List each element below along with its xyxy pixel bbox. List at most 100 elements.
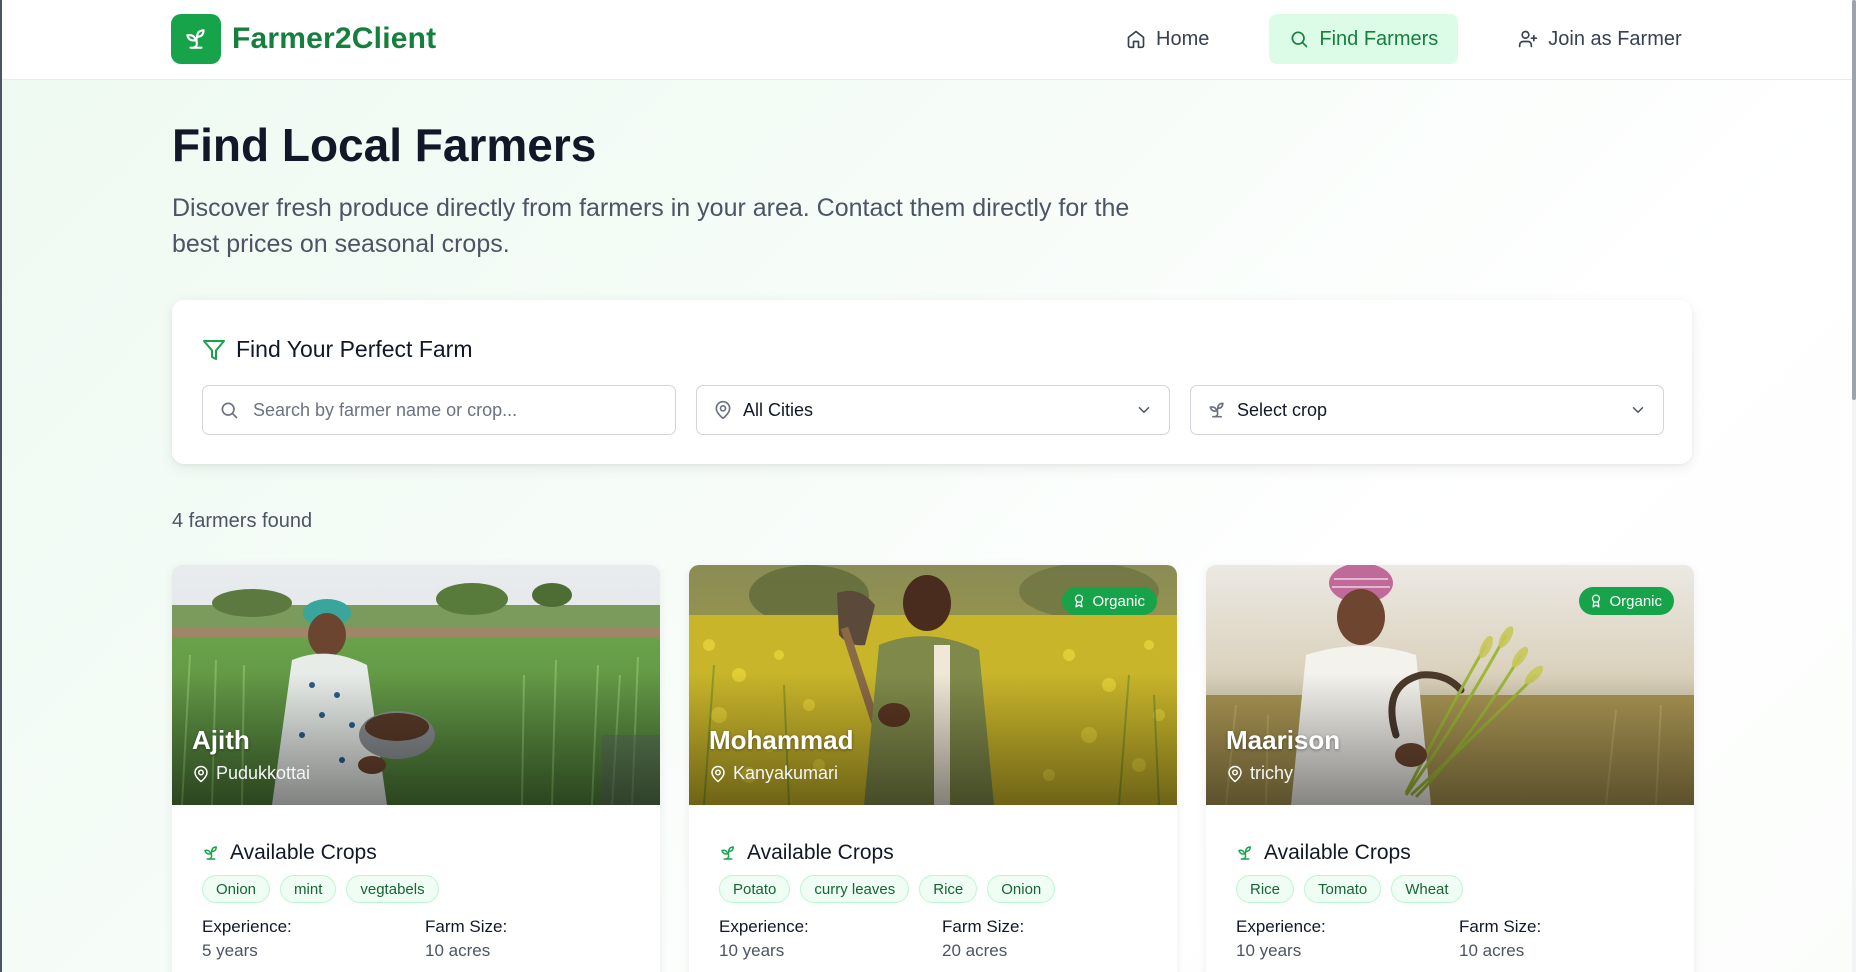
nav-join-label: Join as Farmer — [1548, 27, 1682, 50]
award-icon — [1592, 594, 1601, 608]
crop-select[interactable]: Select crop — [1190, 385, 1664, 435]
brand-name: Farmer2Client — [232, 22, 437, 55]
sprout-icon — [721, 846, 734, 860]
farmer-card[interactable]: Organic Mohammad Kanyakumari Available C… — [689, 565, 1177, 972]
farmer-card[interactable]: Organic Maarison trichy Available Crops … — [1206, 565, 1694, 972]
map-pin-icon — [711, 765, 725, 782]
organic-badge-label: Organic — [1092, 592, 1145, 610]
nav-find-farmers[interactable]: Find Farmers — [1269, 14, 1459, 64]
farmer-card[interactable]: Ajith Pudukkottai Available Crops Onion … — [172, 565, 660, 972]
sprout-icon — [1207, 400, 1227, 420]
chevron-down-icon — [1629, 401, 1647, 419]
crop-tags: Rice Tomato Wheat — [1236, 875, 1473, 903]
search-field — [202, 385, 676, 435]
experience-block: Experience: 10 years — [1236, 917, 1326, 961]
search-icon — [1291, 31, 1308, 48]
crop-tag: Onion — [202, 875, 271, 903]
farmer-photo: Organic Mohammad Kanyakumari — [689, 565, 1177, 805]
map-pin-icon — [713, 400, 733, 420]
experience-value: 10 years — [719, 941, 785, 960]
farmer-photo: Ajith Pudukkottai — [172, 565, 660, 805]
filter-panel: Find Your Perfect Farm All Cities — [172, 300, 1692, 464]
farmer-photo: Organic Maarison trichy — [1206, 565, 1694, 805]
farm-size-block: Farm Size: 20 acres — [942, 917, 1024, 961]
crop-tag: mint — [280, 875, 337, 903]
farmer-city: Pudukkottai — [216, 763, 311, 783]
sprout-icon — [1238, 846, 1251, 860]
main-nav: Home Find Farmers Join as Farmer — [1106, 14, 1702, 64]
farm-size-label: Farm Size: — [425, 917, 508, 936]
crop-select-value: Select crop — [1237, 399, 1328, 420]
farm-size-label: Farm Size: — [1459, 917, 1542, 936]
available-crops-heading: Available Crops — [1236, 841, 1411, 865]
farm-size-block: Farm Size: 10 acres — [425, 917, 507, 961]
experience-block: Experience: 5 years — [202, 917, 292, 961]
filter-icon — [203, 339, 225, 360]
experience-block: Experience: 10 years — [719, 917, 809, 961]
available-crops-title: Available Crops — [230, 841, 377, 864]
crop-tag: curry leaves — [800, 875, 910, 903]
farmer-name: Ajith — [192, 725, 250, 755]
experience-label: Experience: — [202, 917, 292, 936]
farmer-city: trichy — [1250, 763, 1294, 783]
farmer-name: Maarison — [1226, 725, 1341, 755]
farm-size-value: 10 acres — [1459, 941, 1525, 960]
chevron-down-icon — [1135, 401, 1153, 419]
crop-tag: Wheat — [1391, 875, 1463, 903]
crop-tags: Potato curry leaves Rice Onion — [719, 875, 1065, 903]
experience-label: Experience: — [719, 917, 809, 936]
crop-tag: Rice — [919, 875, 978, 903]
crop-tag: Onion — [987, 875, 1056, 903]
brand[interactable]: Farmer2Client — [171, 14, 436, 64]
farmer-name: Mohammad — [709, 725, 854, 755]
city-select-value: All Cities — [743, 399, 814, 420]
scrollbar-thumb[interactable] — [1852, 0, 1856, 400]
crop-tag: Rice — [1236, 875, 1295, 903]
available-crops-title: Available Crops — [747, 841, 894, 864]
map-pin-icon — [1228, 765, 1242, 782]
page-title: Find Local Farmers — [172, 119, 597, 171]
nav-home[interactable]: Home — [1106, 14, 1229, 64]
user-plus-icon — [1519, 30, 1538, 48]
nav-join-as-farmer[interactable]: Join as Farmer — [1498, 14, 1701, 64]
top-navbar: Farmer2Client Home Find Farmers Join as … — [2, 0, 1852, 80]
organic-badge-label: Organic — [1609, 592, 1662, 610]
crop-tag: Potato — [719, 875, 791, 903]
experience-label: Experience: — [1236, 917, 1326, 936]
page-subtitle: Discover fresh produce directly from far… — [172, 194, 1130, 258]
farm-size-value: 10 acres — [425, 941, 491, 960]
experience-value: 5 years — [202, 941, 258, 960]
page-viewport: Farmer2Client Home Find Farmers Join as … — [0, 0, 1852, 972]
search-input[interactable] — [253, 399, 653, 421]
farm-size-label: Farm Size: — [942, 917, 1025, 936]
crop-tag: vegtabels — [346, 875, 439, 903]
organic-badge: Organic — [1062, 587, 1157, 615]
available-crops-title: Available Crops — [1264, 841, 1411, 864]
sprout-icon — [186, 29, 205, 49]
organic-badge: Organic — [1579, 587, 1674, 615]
farmer-location: Kanyakumari — [709, 763, 838, 784]
farm-size-value: 20 acres — [942, 941, 1008, 960]
nav-home-label: Home — [1156, 27, 1210, 50]
award-icon — [1075, 594, 1084, 608]
farm-size-block: Farm Size: 10 acres — [1459, 917, 1541, 961]
experience-value: 10 years — [1236, 941, 1302, 960]
crop-tag: Tomato — [1304, 875, 1382, 903]
farmer-location: Pudukkottai — [192, 763, 310, 784]
nav-find-label: Find Farmers — [1319, 27, 1439, 50]
search-icon — [219, 400, 239, 420]
filter-title: Find Your Perfect Farm — [236, 336, 473, 362]
farmer-location: trichy — [1226, 763, 1293, 784]
available-crops-heading: Available Crops — [202, 841, 377, 865]
home-icon — [1127, 30, 1145, 49]
farmer-city: Kanyakumari — [733, 763, 839, 783]
page-scrollbar[interactable] — [1852, 0, 1856, 972]
sprout-icon — [204, 846, 217, 860]
filter-heading: Find Your Perfect Farm — [202, 336, 473, 363]
available-crops-heading: Available Crops — [719, 841, 894, 865]
brand-logo — [171, 14, 221, 64]
city-select[interactable]: All Cities — [696, 385, 1170, 435]
map-pin-icon — [194, 765, 208, 782]
results-count: 4 farmers found — [172, 510, 313, 532]
crop-tags: Onion mint vegtabels — [202, 875, 449, 903]
